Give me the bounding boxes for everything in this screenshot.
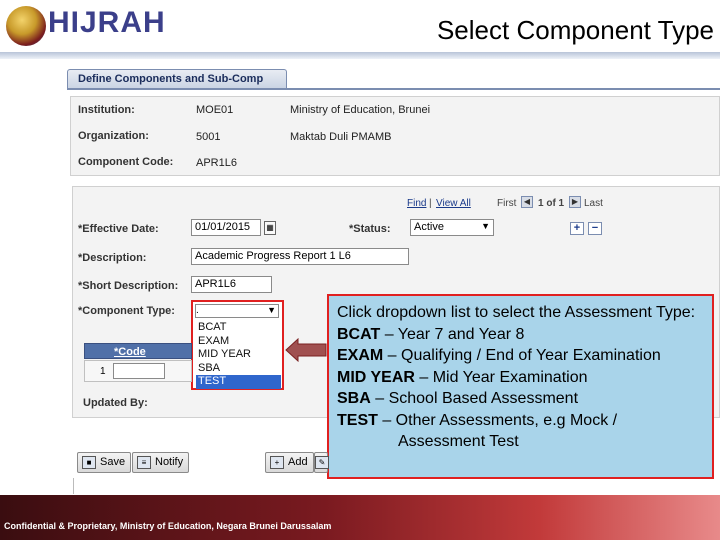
organization-label: Organization: [78,130,149,142]
pencil-icon: ✎ [315,456,329,469]
short-description-label: *Short Description: [78,280,179,292]
institution-label: Institution: [78,104,135,116]
option-mid-year[interactable]: MID YEAR [196,348,281,362]
tab-underline [67,88,720,90]
nav-separator: | [429,198,432,209]
option-bcat[interactable]: BCAT [196,321,281,335]
first-label: First [497,198,517,209]
footer-text: Confidential & Proprietary, Ministry of … [4,521,332,531]
updated-by-label: Updated By: [83,397,148,409]
callout-item-exam: EXAM – Qualifying / End of Year Examinat… [337,347,661,364]
previous-icon[interactable]: ◀ [521,196,533,208]
effective-date-input[interactable]: 01/01/2015 [191,219,261,236]
notify-icon: ≡ [137,456,151,469]
edit-button[interactable]: ✎ [314,452,329,473]
logo-text: HIJRAH [48,6,166,39]
save-button[interactable]: ■ Save [77,452,132,473]
crest-icon [6,6,46,46]
component-type-select[interactable]: . ▼ [195,304,279,318]
row-number: 1 [100,366,106,377]
calendar-icon[interactable]: ▦ [264,221,276,235]
footer-band [0,495,720,540]
institution-code: MOE01 [196,104,234,116]
divider [73,478,74,494]
find-link[interactable]: Find [407,198,426,209]
description-label: *Description: [78,252,147,264]
callout-item-bcat: BCAT – Year 7 and Year 8 [337,325,525,343]
chevron-down-icon: ▼ [267,305,276,315]
callout-item-test: TEST – Other Assessments, e.g Mock / [337,411,618,429]
component-type-options: BCAT EXAM MID YEAR SBA TEST [196,321,281,389]
option-test[interactable]: TEST [196,375,281,389]
component-code: APR1L6 [196,157,237,169]
tab-define-components[interactable]: Define Components and Sub-Comp [67,69,287,89]
callout-intro: Click dropdown list to select the Assess… [337,304,696,321]
component-code-label: Component Code: [78,156,174,168]
code-input[interactable] [113,363,165,379]
title-divider [0,52,720,59]
subcomponent-grid-header: *Code [84,343,192,359]
next-icon[interactable]: ▶ [569,196,581,208]
view-all-link[interactable]: View All [436,198,471,209]
callout-item-mid-year: MID YEAR – Mid Year Examination [337,368,588,386]
status-label: *Status: [349,223,391,235]
status-select[interactable]: Active ▼ [410,219,494,236]
effective-date-label: *Effective Date: [78,223,159,235]
add-button[interactable]: + Add [265,452,314,473]
component-type-value: . [196,305,199,316]
save-icon: ■ [82,456,96,469]
callout-continuation: Assessment Test [398,433,519,450]
pointer-arrow-icon [285,338,327,362]
add-row-icon[interactable]: + [570,222,584,235]
delete-row-icon[interactable]: − [588,222,602,235]
instruction-callout: Click dropdown list to select the Assess… [327,294,714,479]
short-description-input[interactable]: APR1L6 [191,276,272,293]
component-type-label: *Component Type: [78,305,175,317]
option-sba[interactable]: SBA [196,362,281,376]
institution-name: Ministry of Education, Brunei [290,104,431,116]
last-label: Last [584,198,603,209]
component-type-dropdown[interactable]: . ▼ BCAT EXAM MID YEAR SBA TEST [191,300,284,390]
organization-code: 5001 [196,131,221,143]
chevron-down-icon: ▼ [481,221,490,231]
status-value: Active [414,221,444,233]
hijrah-logo: HIJRAH [4,2,165,50]
notify-button[interactable]: ≡ Notify [132,452,190,473]
add-icon: + [270,456,284,469]
option-exam[interactable]: EXAM [196,335,281,349]
row-range: 1 of 1 [538,198,565,209]
code-column-header[interactable]: *Code [114,346,146,358]
slide-title: Select Component Type [436,15,714,45]
description-input[interactable]: Academic Progress Report 1 L6 [191,248,409,265]
organization-name: Maktab Duli PMAMB [290,131,392,143]
callout-item-sba: SBA – School Based Assessment [337,390,579,407]
